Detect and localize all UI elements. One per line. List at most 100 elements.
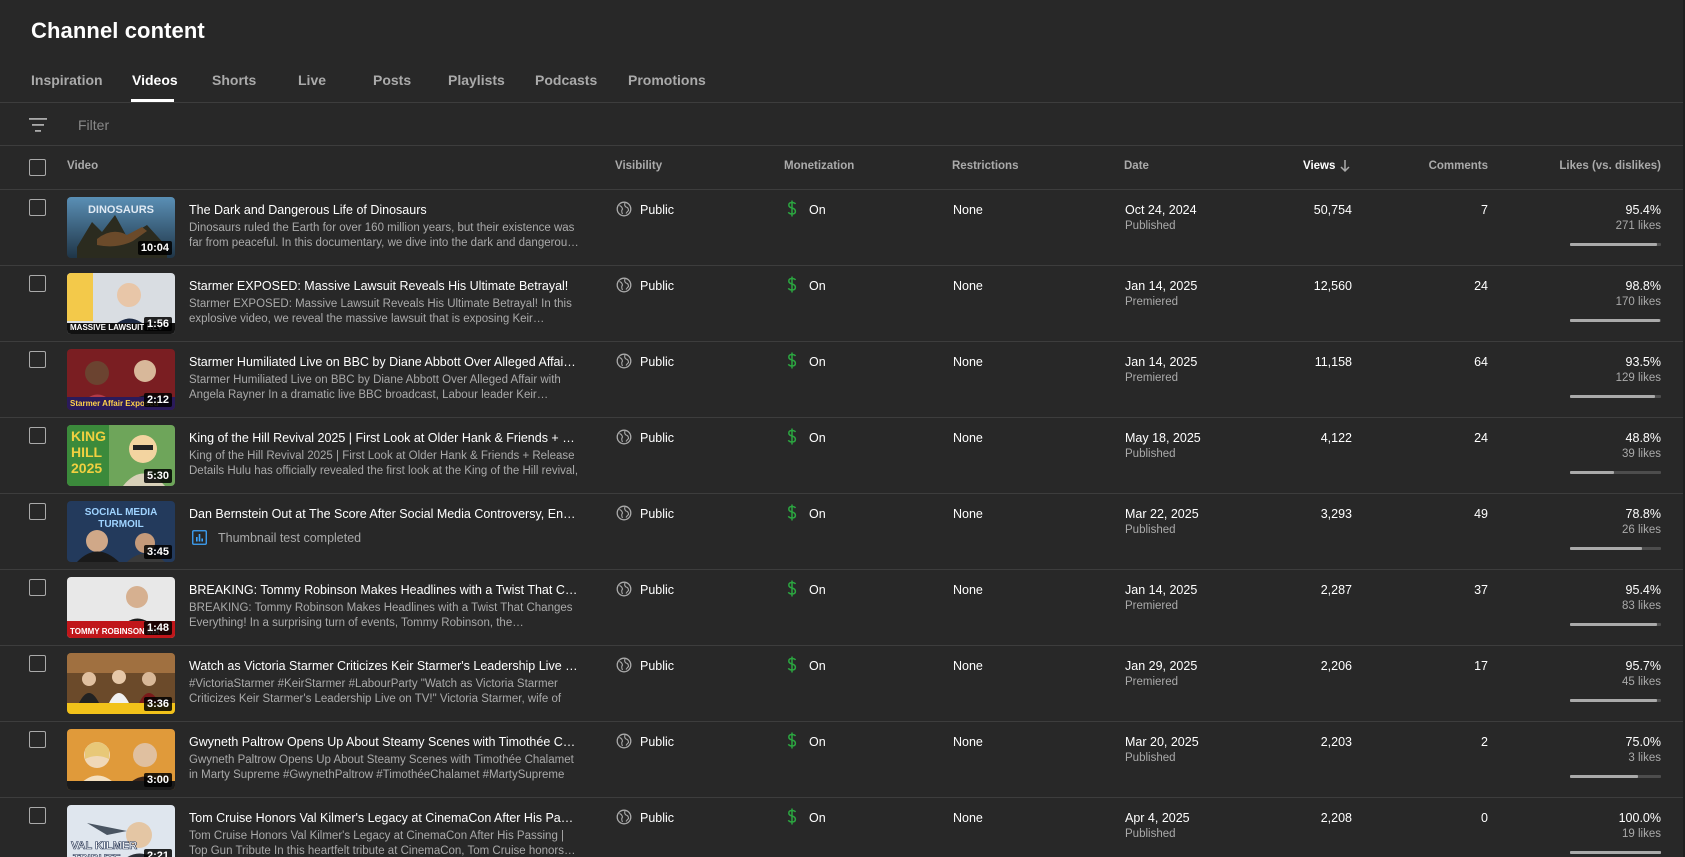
row-checkbox[interactable]: [29, 655, 46, 672]
visibility-value[interactable]: Public: [640, 735, 674, 749]
views-count: 4,122: [1320, 431, 1352, 445]
globe-icon[interactable]: [616, 277, 632, 293]
video-row[interactable]: 3:00 Gwyneth Paltrow Opens Up About Stea…: [0, 722, 1685, 798]
row-checkbox[interactable]: [29, 731, 46, 748]
video-thumbnail[interactable]: MASSIVE LAWSUIT REV 1:56: [67, 273, 175, 334]
visibility-value[interactable]: Public: [640, 203, 674, 217]
tab-posts[interactable]: Posts: [373, 72, 411, 88]
dollar-icon[interactable]: [786, 428, 798, 445]
visibility-value[interactable]: Public: [640, 355, 674, 369]
column-header-likes[interactable]: Likes (vs. dislikes): [1559, 160, 1661, 172]
monetization-value[interactable]: On: [809, 583, 826, 597]
comments-count[interactable]: 64: [1474, 355, 1488, 369]
row-checkbox[interactable]: [29, 275, 46, 292]
video-description: Gwyneth Paltrow Opens Up About Steamy Sc…: [189, 754, 574, 781]
comments-count[interactable]: 7: [1481, 203, 1488, 217]
column-header-date[interactable]: Date: [1124, 160, 1149, 172]
video-thumbnail[interactable]: VAL KILMERTRIBUTE 2:21: [67, 805, 175, 857]
dollar-icon[interactable]: [786, 656, 798, 673]
tab-promotions[interactable]: Promotions: [628, 72, 706, 88]
visibility-value[interactable]: Public: [640, 279, 674, 293]
video-thumbnail[interactable]: TOMMY ROBINSON MA 1:48: [67, 577, 175, 638]
video-row[interactable]: SOCIAL MEDIA TURMOIL 3:45 Dan Bernstein O…: [0, 494, 1685, 570]
filter-input[interactable]: [70, 113, 590, 137]
column-header-comments[interactable]: Comments: [1429, 160, 1488, 172]
row-checkbox[interactable]: [29, 807, 46, 824]
comments-count[interactable]: 2: [1481, 735, 1488, 749]
video-title[interactable]: BREAKING: Tommy Robinson Makes Headlines…: [189, 583, 579, 597]
visibility-value[interactable]: Public: [640, 431, 674, 445]
dollar-icon[interactable]: [786, 732, 798, 749]
video-row[interactable]: TOMMY ROBINSON MA 1:48 BREAKING: Tommy R…: [0, 570, 1685, 646]
tab-videos[interactable]: Videos: [132, 72, 178, 88]
globe-icon[interactable]: [616, 657, 632, 673]
video-title[interactable]: Starmer EXPOSED: Massive Lawsuit Reveals…: [189, 279, 579, 293]
comments-count[interactable]: 37: [1474, 583, 1488, 597]
comments-count[interactable]: 0: [1481, 811, 1488, 825]
comments-count[interactable]: 49: [1474, 507, 1488, 521]
visibility-value[interactable]: Public: [640, 583, 674, 597]
video-title[interactable]: Watch as Victoria Starmer Criticizes Kei…: [189, 659, 579, 673]
visibility-value[interactable]: Public: [640, 659, 674, 673]
video-thumbnail[interactable]: SOCIAL MEDIA TURMOIL 3:45: [67, 501, 175, 562]
video-title[interactable]: Dan Bernstein Out at The Score After Soc…: [189, 507, 579, 521]
globe-icon[interactable]: [616, 809, 632, 825]
monetization-value[interactable]: On: [809, 811, 826, 825]
video-thumbnail[interactable]: KING HILL 2025 5:30: [67, 425, 175, 486]
row-checkbox[interactable]: [29, 351, 46, 368]
sort-descending-icon[interactable]: [1338, 158, 1352, 174]
video-row[interactable]: KING HILL 2025 5:30 King of the Hill Reviv…: [0, 418, 1685, 494]
row-checkbox[interactable]: [29, 579, 46, 596]
tab-live[interactable]: Live: [298, 72, 326, 88]
dollar-icon[interactable]: [786, 580, 798, 597]
video-row[interactable]: Starmer Affair Exposed 2:12 Starmer Humi…: [0, 342, 1685, 418]
row-checkbox[interactable]: [29, 199, 46, 216]
tab-playlists[interactable]: Playlists: [448, 72, 505, 88]
visibility-value[interactable]: Public: [640, 811, 674, 825]
monetization-value[interactable]: On: [809, 507, 826, 521]
monetization-value[interactable]: On: [809, 659, 826, 673]
video-title[interactable]: Starmer Humiliated Live on BBC by Diane …: [189, 355, 579, 369]
dollar-icon[interactable]: [786, 276, 798, 293]
tab-podcasts[interactable]: Podcasts: [535, 72, 597, 88]
select-all-checkbox[interactable]: [29, 159, 46, 176]
video-title[interactable]: Gwyneth Paltrow Opens Up About Steamy Sc…: [189, 735, 579, 749]
globe-icon[interactable]: [616, 353, 632, 369]
dollar-icon[interactable]: [786, 808, 798, 825]
video-row[interactable]: MASSIVE LAWSUIT REV 1:56 Starmer EXPOSED…: [0, 266, 1685, 342]
tab-shorts[interactable]: Shorts: [212, 72, 256, 88]
column-header-views[interactable]: Views: [1303, 160, 1335, 172]
globe-icon[interactable]: [616, 505, 632, 521]
video-row[interactable]: 3:36 Watch as Victoria Starmer Criticize…: [0, 646, 1685, 722]
tab-inspiration[interactable]: Inspiration: [31, 72, 103, 88]
visibility-value[interactable]: Public: [640, 507, 674, 521]
monetization-value[interactable]: On: [809, 431, 826, 445]
row-checkbox[interactable]: [29, 427, 46, 444]
monetization-value[interactable]: On: [809, 735, 826, 749]
globe-icon[interactable]: [616, 581, 632, 597]
dollar-icon[interactable]: [786, 200, 798, 217]
video-thumbnail[interactable]: 3:00: [67, 729, 175, 790]
monetization-value[interactable]: On: [809, 203, 826, 217]
monetization-value[interactable]: On: [809, 355, 826, 369]
filter-icon[interactable]: [29, 117, 47, 133]
video-thumbnail[interactable]: 3:36: [67, 653, 175, 714]
globe-icon[interactable]: [616, 733, 632, 749]
video-thumbnail[interactable]: DINOSAURS 10:04: [67, 197, 175, 258]
video-title[interactable]: King of the Hill Revival 2025 | First Lo…: [189, 431, 579, 445]
video-title[interactable]: Tom Cruise Honors Val Kilmer's Legacy at…: [189, 811, 579, 825]
video-row[interactable]: VAL KILMERTRIBUTE 2:21 Tom Cruise Honors…: [0, 798, 1685, 857]
dollar-icon[interactable]: [786, 504, 798, 521]
dollar-icon[interactable]: [786, 352, 798, 369]
video-title[interactable]: The Dark and Dangerous Life of Dinosaurs: [189, 203, 579, 217]
comments-count[interactable]: 17: [1474, 659, 1488, 673]
monetization-value[interactable]: On: [809, 279, 826, 293]
video-row[interactable]: DINOSAURS 10:04 The Dark and Dangerous L…: [0, 190, 1685, 266]
globe-icon[interactable]: [616, 429, 632, 445]
views-count: 2,208: [1320, 811, 1352, 825]
globe-icon[interactable]: [616, 201, 632, 217]
row-checkbox[interactable]: [29, 503, 46, 520]
comments-count[interactable]: 24: [1474, 279, 1488, 293]
comments-count[interactable]: 24: [1474, 431, 1488, 445]
video-thumbnail[interactable]: Starmer Affair Exposed 2:12: [67, 349, 175, 410]
